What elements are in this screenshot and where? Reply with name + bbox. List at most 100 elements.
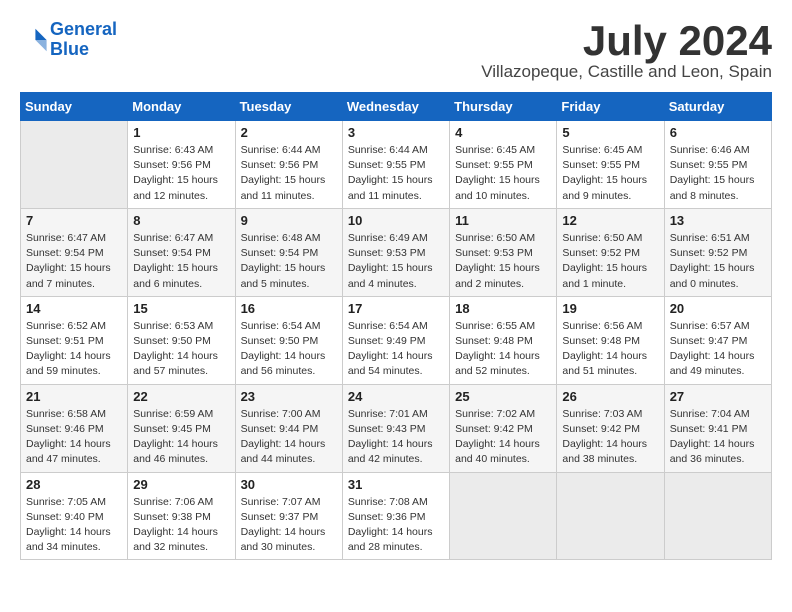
calendar-week-1: 1 Sunrise: 6:43 AMSunset: 9:56 PMDaylight… (21, 121, 772, 209)
calendar-cell: 14 Sunrise: 6:52 AMSunset: 9:51 PMDayligh… (21, 296, 128, 384)
calendar-cell: 2Sunrise: 6:44 AMSunset: 9:56 PMDaylight… (235, 121, 342, 209)
logo-text-line2: Blue (50, 40, 117, 60)
weekday-header-sunday: Sunday (21, 93, 128, 121)
day-number: 13 (670, 213, 766, 228)
day-number: 1 (133, 125, 229, 140)
day-info: Sunrise: 7:03 AMSunset: 9:42 PMDaylight:… (562, 407, 658, 468)
day-number: 7 (26, 213, 122, 228)
day-info: Sunrise: 6:53 AMSunset: 9:50 PMDaylight:… (133, 319, 229, 380)
weekday-header-saturday: Saturday (664, 93, 771, 121)
day-info: Sunrise: 6:46 AMSunset: 9:55 PMDaylight:… (670, 143, 766, 204)
calendar-cell: 18 Sunrise: 6:55 AMSunset: 9:48 PMDayligh… (450, 296, 557, 384)
calendar-week-2: 7 Sunrise: 6:47 AMSunset: 9:54 PMDaylight… (21, 208, 772, 296)
page-header: General Blue July 2024 Villazopeque, Cas… (20, 20, 772, 82)
calendar-cell: 15 Sunrise: 6:53 AMSunset: 9:50 PMDayligh… (128, 296, 235, 384)
calendar-cell: 24 Sunrise: 7:01 AMSunset: 9:43 PMDayligh… (342, 384, 449, 472)
day-number: 10 (348, 213, 444, 228)
calendar-cell: 31Sunrise: 7:08 AMSunset: 9:36 PMDayligh… (342, 472, 449, 560)
calendar-cell: 21Sunrise: 6:58 AMSunset: 9:46 PMDayligh… (21, 384, 128, 472)
weekday-header-tuesday: Tuesday (235, 93, 342, 121)
calendar-cell: 5 Sunrise: 6:45 AMSunset: 9:55 PMDaylight… (557, 121, 664, 209)
day-number: 17 (348, 301, 444, 316)
calendar-cell: 20 Sunrise: 6:57 AMSunset: 9:47 PMDayligh… (664, 296, 771, 384)
calendar-week-4: 21Sunrise: 6:58 AMSunset: 9:46 PMDayligh… (21, 384, 772, 472)
day-number: 20 (670, 301, 766, 316)
day-number: 16 (241, 301, 337, 316)
calendar-cell: 26 Sunrise: 7:03 AMSunset: 9:42 PMDayligh… (557, 384, 664, 472)
day-info: Sunrise: 6:58 AMSunset: 9:46 PMDaylight:… (26, 407, 122, 468)
day-number: 24 (348, 389, 444, 404)
day-info: Sunrise: 6:45 AMSunset: 9:55 PMDaylight:… (562, 143, 658, 204)
day-info: Sunrise: 7:05 AMSunset: 9:40 PMDaylight:… (26, 495, 122, 556)
day-info: Sunrise: 7:08 AMSunset: 9:36 PMDaylight:… (348, 495, 444, 556)
day-number: 18 (455, 301, 551, 316)
calendar-cell: 30 Sunrise: 7:07 AMSunset: 9:37 PMDayligh… (235, 472, 342, 560)
calendar-cell: 28 Sunrise: 7:05 AMSunset: 9:40 PMDayligh… (21, 472, 128, 560)
day-info: Sunrise: 7:04 AMSunset: 9:41 PMDaylight:… (670, 407, 766, 468)
calendar-table: SundayMondayTuesdayWednesdayThursdayFrid… (20, 92, 772, 560)
day-info: Sunrise: 6:45 AMSunset: 9:55 PMDaylight:… (455, 143, 551, 204)
calendar-cell: 8 Sunrise: 6:47 AMSunset: 9:54 PMDaylight… (128, 208, 235, 296)
day-info: Sunrise: 7:01 AMSunset: 9:43 PMDaylight:… (348, 407, 444, 468)
day-info: Sunrise: 6:55 AMSunset: 9:48 PMDaylight:… (455, 319, 551, 380)
calendar-cell: 13 Sunrise: 6:51 AMSunset: 9:52 PMDayligh… (664, 208, 771, 296)
title-block: July 2024 Villazopeque, Castille and Leo… (481, 20, 772, 82)
logo-icon (20, 26, 48, 54)
calendar-cell: 3 Sunrise: 6:44 AMSunset: 9:55 PMDaylight… (342, 121, 449, 209)
day-info: Sunrise: 6:50 AMSunset: 9:53 PMDaylight:… (455, 231, 551, 292)
month-title: July 2024 (481, 20, 772, 62)
day-number: 6 (670, 125, 766, 140)
calendar-cell: 6 Sunrise: 6:46 AMSunset: 9:55 PMDaylight… (664, 121, 771, 209)
day-number: 11 (455, 213, 551, 228)
day-number: 14 (26, 301, 122, 316)
calendar-cell: 22 Sunrise: 6:59 AMSunset: 9:45 PMDayligh… (128, 384, 235, 472)
day-number: 8 (133, 213, 229, 228)
weekday-header-friday: Friday (557, 93, 664, 121)
calendar-cell: 16Sunrise: 6:54 AMSunset: 9:50 PMDayligh… (235, 296, 342, 384)
day-number: 2 (241, 125, 337, 140)
day-number: 28 (26, 477, 122, 492)
calendar-week-5: 28 Sunrise: 7:05 AMSunset: 9:40 PMDayligh… (21, 472, 772, 560)
day-info: Sunrise: 7:02 AMSunset: 9:42 PMDaylight:… (455, 407, 551, 468)
day-info: Sunrise: 6:59 AMSunset: 9:45 PMDaylight:… (133, 407, 229, 468)
day-info: Sunrise: 6:57 AMSunset: 9:47 PMDaylight:… (670, 319, 766, 380)
day-number: 27 (670, 389, 766, 404)
calendar-cell: 27 Sunrise: 7:04 AMSunset: 9:41 PMDayligh… (664, 384, 771, 472)
calendar-cell (21, 121, 128, 209)
calendar-cell: 19Sunrise: 6:56 AMSunset: 9:48 PMDayligh… (557, 296, 664, 384)
day-number: 5 (562, 125, 658, 140)
day-info: Sunrise: 6:43 AMSunset: 9:56 PMDaylight:… (133, 143, 229, 204)
day-number: 22 (133, 389, 229, 404)
calendar-cell (450, 472, 557, 560)
day-info: Sunrise: 6:47 AMSunset: 9:54 PMDaylight:… (133, 231, 229, 292)
calendar-cell: 25Sunrise: 7:02 AMSunset: 9:42 PMDayligh… (450, 384, 557, 472)
day-number: 3 (348, 125, 444, 140)
weekday-header-monday: Monday (128, 93, 235, 121)
calendar-cell: 9 Sunrise: 6:48 AMSunset: 9:54 PMDaylight… (235, 208, 342, 296)
calendar-cell: 12Sunrise: 6:50 AMSunset: 9:52 PMDayligh… (557, 208, 664, 296)
day-number: 12 (562, 213, 658, 228)
day-info: Sunrise: 7:07 AMSunset: 9:37 PMDaylight:… (241, 495, 337, 556)
weekday-header-row: SundayMondayTuesdayWednesdayThursdayFrid… (21, 93, 772, 121)
calendar-cell: 4 Sunrise: 6:45 AMSunset: 9:55 PMDaylight… (450, 121, 557, 209)
day-info: Sunrise: 6:56 AMSunset: 9:48 PMDaylight:… (562, 319, 658, 380)
day-number: 9 (241, 213, 337, 228)
day-info: Sunrise: 6:52 AMSunset: 9:51 PMDaylight:… (26, 319, 122, 380)
calendar-cell: 10 Sunrise: 6:49 AMSunset: 9:53 PMDayligh… (342, 208, 449, 296)
day-number: 15 (133, 301, 229, 316)
day-number: 30 (241, 477, 337, 492)
day-number: 23 (241, 389, 337, 404)
logo: General Blue (20, 20, 117, 60)
day-number: 26 (562, 389, 658, 404)
day-number: 4 (455, 125, 551, 140)
day-info: Sunrise: 6:48 AMSunset: 9:54 PMDaylight:… (241, 231, 337, 292)
calendar-cell: 29Sunrise: 7:06 AMSunset: 9:38 PMDayligh… (128, 472, 235, 560)
calendar-cell: 23 Sunrise: 7:00 AMSunset: 9:44 PMDayligh… (235, 384, 342, 472)
calendar-week-3: 14 Sunrise: 6:52 AMSunset: 9:51 PMDayligh… (21, 296, 772, 384)
logo-text-line1: General (50, 20, 117, 40)
calendar-cell: 1 Sunrise: 6:43 AMSunset: 9:56 PMDaylight… (128, 121, 235, 209)
day-info: Sunrise: 6:51 AMSunset: 9:52 PMDaylight:… (670, 231, 766, 292)
day-info: Sunrise: 6:49 AMSunset: 9:53 PMDaylight:… (348, 231, 444, 292)
day-info: Sunrise: 6:44 AMSunset: 9:55 PMDaylight:… (348, 143, 444, 204)
day-info: Sunrise: 7:00 AMSunset: 9:44 PMDaylight:… (241, 407, 337, 468)
